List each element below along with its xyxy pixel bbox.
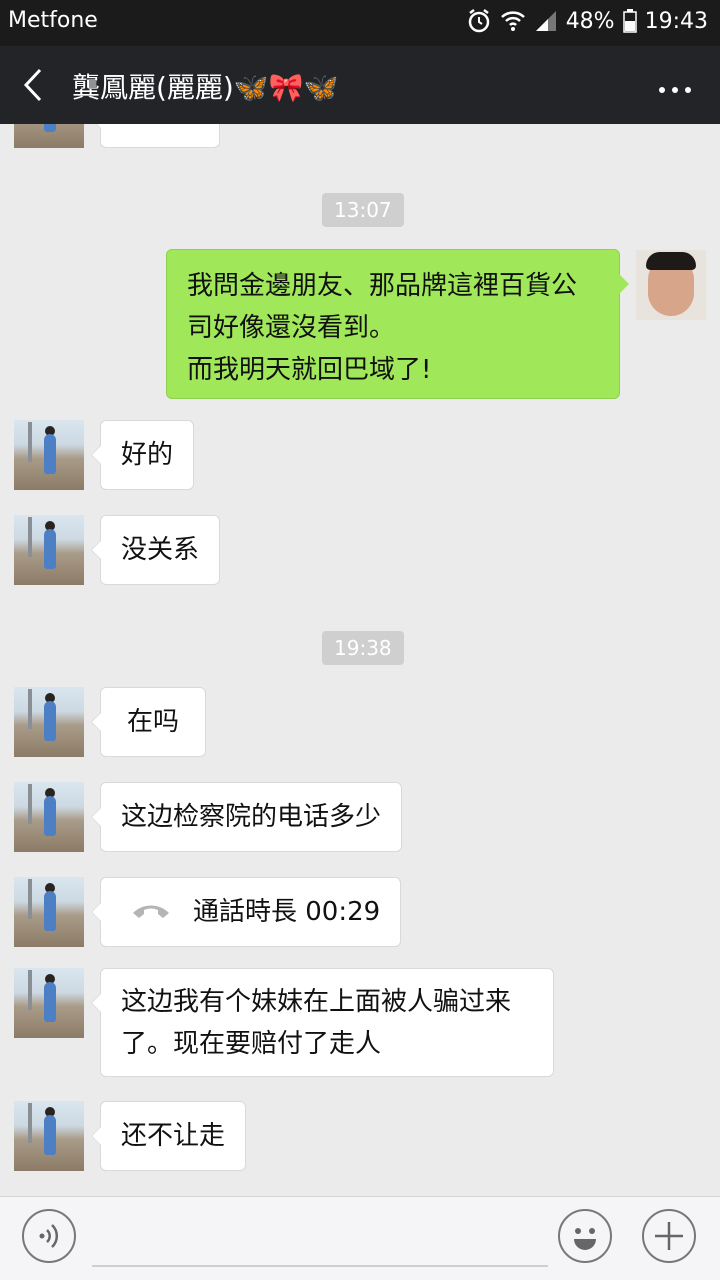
chevron-left-icon	[23, 68, 42, 102]
wifi-icon	[500, 9, 526, 33]
timestamp: 13:07	[322, 193, 404, 227]
contact-avatar[interactable]	[14, 877, 84, 947]
signal-icon	[534, 9, 558, 33]
message-bubble[interactable]	[91, 124, 220, 148]
voice-call-record[interactable]: 通話時長 00:29	[90, 877, 402, 947]
status-icons: 48% 19:43	[466, 8, 708, 34]
more-options-button[interactable]	[658, 80, 692, 93]
emoji-icon	[574, 1228, 596, 1250]
received-message-bubble[interactable]: 没关系	[90, 515, 221, 585]
contact-avatar[interactable]	[14, 124, 84, 148]
carrier-name: Metfone	[8, 8, 98, 33]
voice-icon	[39, 1224, 59, 1248]
received-message-bubble[interactable]: 好的	[90, 420, 195, 490]
battery-percentage: 48%	[565, 8, 615, 34]
call-duration: 通話時長 00:29	[193, 897, 381, 927]
more-dots-icon	[659, 87, 691, 93]
received-message-bubble[interactable]: 还不让走	[90, 1101, 247, 1171]
chat-title: 龔鳳麗(麗麗)🦋🎀🦋	[72, 71, 339, 104]
contact-avatar[interactable]	[14, 968, 84, 1038]
contact-avatar[interactable]	[14, 782, 84, 852]
back-button[interactable]	[18, 64, 54, 106]
input-bar	[0, 1196, 720, 1280]
message-input[interactable]	[92, 1217, 548, 1267]
received-message-bubble[interactable]: 这边我有个妹妹在上面被人骗过来了。现在要赔付了走人	[91, 968, 554, 1077]
clock: 19:43	[644, 8, 708, 34]
contact-avatar[interactable]	[14, 687, 84, 757]
battery-icon	[622, 9, 637, 33]
contact-avatar[interactable]	[14, 420, 84, 490]
timestamp: 19:38	[322, 631, 404, 665]
more-functions-button[interactable]	[642, 1209, 696, 1263]
message-list[interactable]: 13:07 我問金邊朋友、那品牌這裡百貨公司好像還沒看到。 而我明天就回巴域了!…	[0, 124, 720, 1196]
status-bar: Metfone 48% 19:43	[0, 0, 720, 46]
received-message-bubble[interactable]: 这边检察院的电话多少	[90, 782, 403, 852]
my-avatar[interactable]	[636, 250, 706, 320]
sent-message-bubble[interactable]: 我問金邊朋友、那品牌這裡百貨公司好像還沒看到。 而我明天就回巴域了!	[166, 249, 629, 399]
voice-input-button[interactable]	[22, 1209, 76, 1263]
plus-icon	[655, 1222, 683, 1250]
contact-avatar[interactable]	[14, 1101, 84, 1171]
received-message-bubble[interactable]: 在吗	[90, 687, 207, 757]
emoji-button[interactable]	[558, 1209, 612, 1263]
alarm-icon	[466, 8, 492, 34]
contact-avatar[interactable]	[14, 515, 84, 585]
chat-header: 龔鳳麗(麗麗)🦋🎀🦋	[0, 46, 720, 124]
phone-icon	[131, 892, 171, 934]
